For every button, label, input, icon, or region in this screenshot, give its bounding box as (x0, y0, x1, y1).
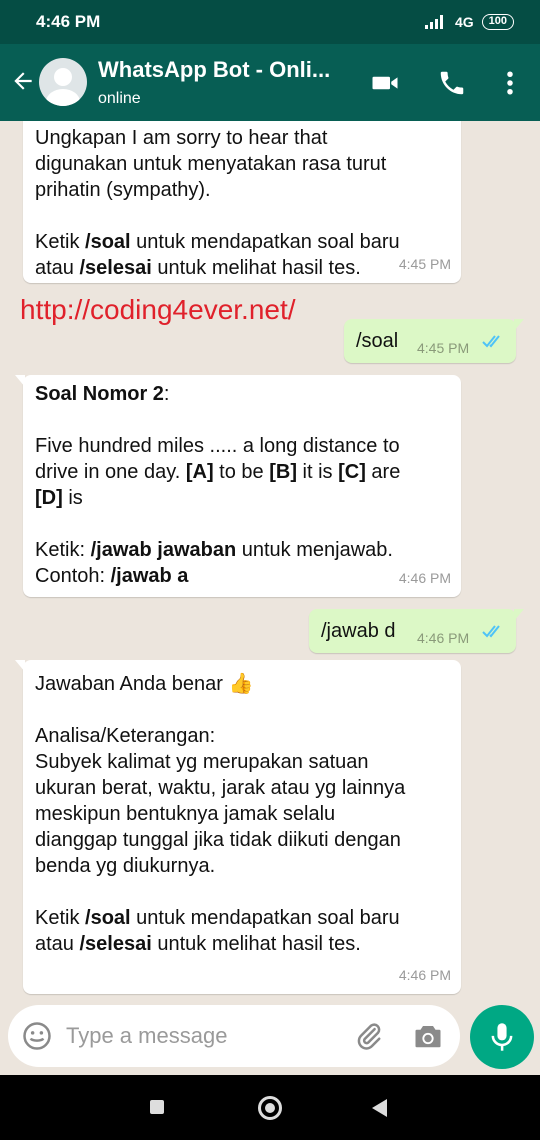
back-nav-icon[interactable] (372, 1099, 387, 1117)
back-arrow-icon[interactable] (10, 68, 36, 94)
status-indicators: 4G 100 (424, 14, 514, 30)
chat-header: WhatsApp Bot - Onli... online (0, 44, 540, 121)
message-line: digunakan untuk menyatakan rasa turut (35, 153, 387, 175)
attach-icon[interactable] (354, 1021, 384, 1051)
message-line: Jawaban Anda benar 👍 (35, 673, 254, 695)
watermark-text: http://coding4ever.net/ (20, 294, 296, 325)
message-line (35, 203, 449, 229)
camera-icon[interactable] (413, 1022, 443, 1050)
chat-area[interactable]: Ungkapan I am sorry to hear that digunaka… (0, 121, 540, 1075)
chat-status: online (98, 90, 141, 107)
incoming-message[interactable]: Soal Nomor 2: Five hundred miles ..... a … (15, 375, 461, 597)
message-line: dianggap tunggal jika tidak diikuti deng… (35, 829, 401, 851)
message-line: atau /selesai untuk melihat hasil tes. (35, 257, 361, 279)
message-line: atau /selesai untuk melihat hasil tes. (35, 933, 361, 955)
avatar[interactable] (39, 58, 87, 106)
message-line: Ketik /soal untuk mendapatkan soal baru (35, 231, 400, 253)
message-line: prihatin (sympathy). (35, 179, 211, 201)
message-line: Ungkapan I am sorry to hear that (35, 127, 328, 149)
emoji-icon[interactable] (22, 1021, 52, 1051)
message-input[interactable]: Type a message (66, 1023, 227, 1049)
message-line: meskipun bentuknya jamak selalu (35, 803, 336, 825)
message-line: Analisa/Keterangan: (35, 725, 216, 747)
message-line: benda yg diukurnya. (35, 855, 216, 877)
incoming-message[interactable]: Ungkapan I am sorry to hear that digunaka… (23, 121, 461, 283)
message-time: 4:46 PM (417, 630, 470, 646)
message-line: drive in one day. [A] to be [B] it is [C… (35, 461, 401, 483)
outgoing-message[interactable]: /soal 4:45 PM (344, 319, 524, 363)
message-line: Contoh: /jawab a (35, 565, 189, 587)
message-text: /jawab d (321, 620, 396, 642)
message-time: 4:46 PM (398, 967, 451, 983)
message-line (35, 697, 449, 723)
more-options-icon[interactable] (495, 68, 525, 98)
recent-apps-icon[interactable] (150, 1100, 164, 1114)
message-line: Ketik: /jawab jawaban untuk menjawab. (35, 539, 393, 561)
outgoing-message[interactable]: /jawab d 4:46 PM (309, 609, 524, 653)
message-line: Ketik /soal untuk mendapatkan soal baru (35, 907, 400, 929)
network-type: 4G (454, 14, 474, 30)
message-text: Soal Nomor 2: Five hundred miles ..... a … (35, 375, 449, 589)
message-line: ukuran berat, waktu, jarak atau yg lainn… (35, 777, 406, 799)
default-avatar-icon (46, 68, 80, 106)
message-line: Soal Nomor 2: (35, 383, 170, 405)
message-time: 4:46 PM (398, 570, 451, 586)
message-text: Jawaban Anda benar 👍 Analisa/Keterangan: S… (35, 660, 449, 957)
message-time: 4:45 PM (398, 256, 451, 272)
message-line (35, 511, 449, 537)
voice-record-button[interactable] (470, 1005, 534, 1069)
signal-icon (424, 15, 443, 29)
voice-call-icon[interactable] (437, 68, 467, 98)
message-line: Subyek kalimat yg merupakan satuan (35, 751, 369, 773)
message-input-bar[interactable]: Type a message (8, 1005, 460, 1067)
message-line (35, 407, 449, 433)
status-bar: 4:46 PM 4G 100 (0, 0, 540, 44)
message-time: 4:45 PM (417, 340, 470, 356)
message-line: [D] is (35, 487, 83, 509)
message-text: Ungkapan I am sorry to hear that digunaka… (35, 121, 449, 281)
message-line (35, 879, 449, 905)
system-nav-bar (0, 1075, 540, 1140)
microphone-icon (491, 1023, 513, 1051)
incoming-message[interactable]: Jawaban Anda benar 👍 Analisa/Keterangan: S… (15, 660, 461, 994)
video-call-icon[interactable] (370, 68, 400, 98)
read-ticks-icon (482, 625, 500, 638)
battery-indicator: 100 (481, 14, 514, 30)
read-ticks-icon (482, 335, 500, 348)
home-icon[interactable] (258, 1096, 282, 1120)
message-line: Five hundred miles ..... a long distance… (35, 435, 400, 457)
status-time: 4:46 PM (36, 12, 101, 31)
chat-title[interactable]: WhatsApp Bot - Onli... (98, 57, 348, 83)
message-text: /soal (356, 330, 399, 352)
